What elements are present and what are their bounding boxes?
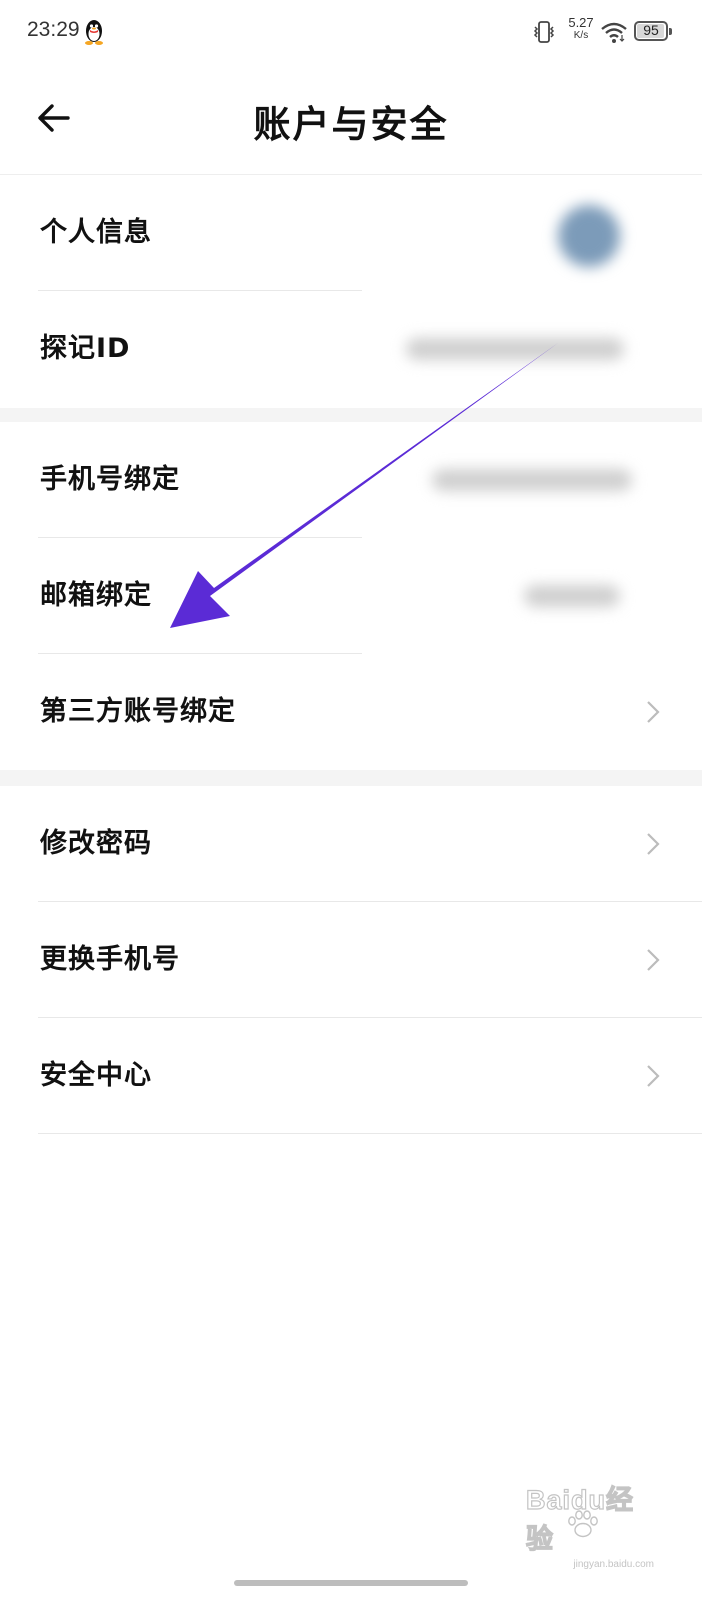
row-tanji-id[interactable]: 探记ID (0, 291, 702, 407)
email-value-redacted (524, 585, 620, 607)
chevron-right-icon (647, 701, 660, 723)
row-change-phone[interactable]: 更换手机号 (0, 902, 702, 1018)
status-time: 23:29 (27, 18, 80, 41)
section-bindings: 手机号绑定 邮箱绑定 第三方账号绑定 (0, 422, 702, 770)
watermark-url: jingyan.baidu.com (573, 1559, 654, 1570)
page-title: 账户与安全 (253, 103, 449, 146)
battery-icon: 95 (634, 21, 672, 41)
qq-penguin-icon (85, 20, 103, 45)
row-label: 第三方账号绑定 (40, 696, 236, 727)
chevron-right-icon (647, 1065, 660, 1087)
home-indicator[interactable] (234, 1580, 468, 1586)
phone-value-redacted (432, 469, 632, 491)
divider (38, 1133, 702, 1134)
vibrate-icon (533, 21, 555, 43)
row-third-party-binding[interactable]: 第三方账号绑定 (0, 654, 702, 770)
network-speed-value: 5.27 (568, 15, 594, 30)
avatar (558, 205, 620, 267)
row-change-password[interactable]: 修改密码 (0, 786, 702, 902)
row-phone-binding[interactable]: 手机号绑定 (0, 422, 702, 538)
row-email-binding[interactable]: 邮箱绑定 (0, 538, 702, 654)
row-label: 更换手机号 (40, 944, 180, 975)
row-label: 个人信息 (40, 217, 152, 248)
chevron-right-icon (647, 833, 660, 855)
row-label: 手机号绑定 (40, 464, 180, 495)
baidu-jingyan-watermark: Baidu经验 jingyan.baidu.com (525, 1484, 656, 1570)
network-speed: 5.27 K/s (566, 16, 596, 42)
row-security-center[interactable]: 安全中心 (0, 1018, 702, 1134)
status-bar: 23:29 5.27 K/s 95 (0, 0, 702, 64)
row-label: 探记ID (40, 333, 131, 364)
row-label: 安全中心 (40, 1060, 152, 1091)
row-label: 邮箱绑定 (40, 580, 152, 611)
section-security: 修改密码 更换手机号 安全中心 (0, 786, 702, 1136)
chevron-right-icon (647, 949, 660, 971)
network-speed-unit: K/s (573, 30, 589, 41)
watermark-text: Baidu经验 (525, 1484, 635, 1554)
row-label: 修改密码 (40, 828, 152, 859)
battery-percentage: 95 (643, 22, 659, 38)
id-value-redacted (406, 338, 624, 360)
row-personal-info[interactable]: 个人信息 (0, 175, 702, 291)
section-gap (0, 770, 702, 786)
navigation-header: 账户与安全 (0, 64, 702, 175)
wifi-icon (601, 22, 627, 43)
section-gap (0, 408, 702, 422)
section-profile: 个人信息 探记ID (0, 175, 702, 408)
